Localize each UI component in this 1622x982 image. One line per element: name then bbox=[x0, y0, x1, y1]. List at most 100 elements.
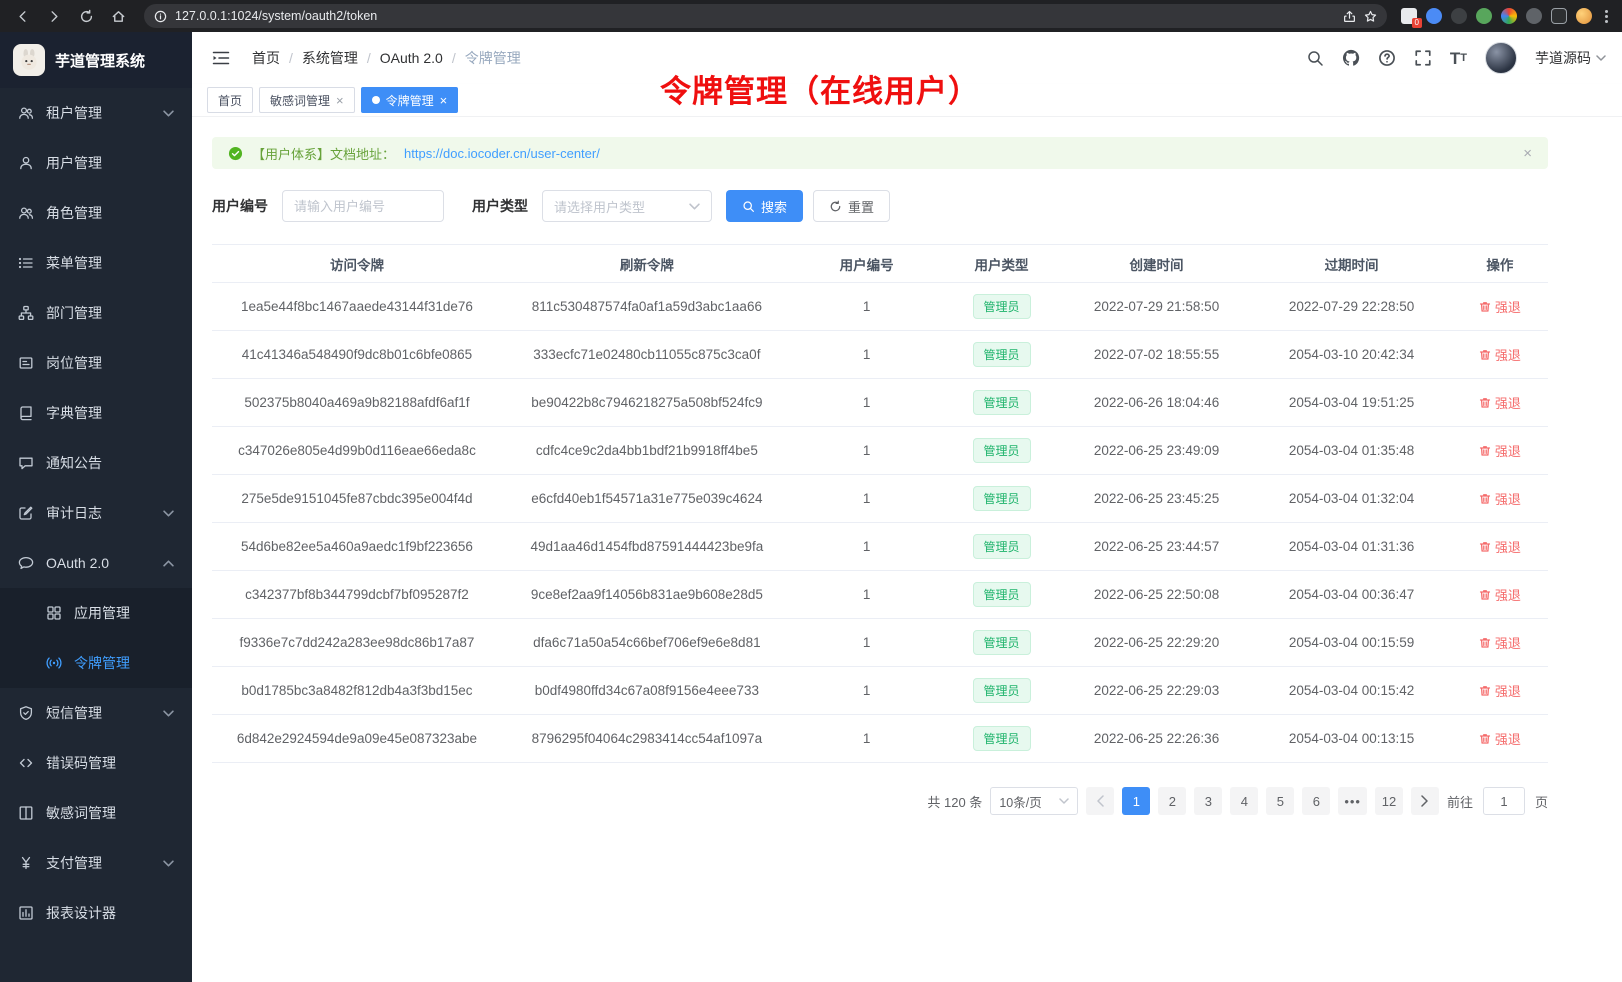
search-button[interactable]: 搜索 bbox=[726, 190, 803, 222]
page-button-6[interactable]: 6 bbox=[1302, 787, 1330, 815]
chevron-down-icon bbox=[163, 510, 174, 517]
back-icon[interactable] bbox=[10, 4, 34, 28]
font-size-icon[interactable]: TT bbox=[1450, 50, 1467, 67]
share-icon[interactable] bbox=[1343, 10, 1356, 23]
force-logout-button[interactable]: 强退 bbox=[1479, 489, 1521, 508]
doc-link[interactable]: https://doc.iocoder.cn/user-center/ bbox=[404, 146, 600, 161]
sidebar-item-label: 角色管理 bbox=[46, 203, 102, 223]
force-logout-button[interactable]: 强退 bbox=[1479, 585, 1521, 604]
tab-token-active[interactable]: 令牌管理 × bbox=[361, 87, 459, 113]
sidebar-item-payment[interactable]: 支付管理 bbox=[0, 838, 192, 888]
app-logo-row[interactable]: 芋道管理系统 bbox=[0, 32, 192, 88]
user-id-input[interactable] bbox=[282, 190, 444, 222]
col-user-id: 用户编号 bbox=[792, 245, 942, 283]
extension-icon[interactable] bbox=[1526, 8, 1542, 24]
page-button-3[interactable]: 3 bbox=[1194, 787, 1222, 815]
force-logout-button[interactable]: 强退 bbox=[1479, 297, 1521, 316]
browser-menu-icon[interactable] bbox=[1601, 10, 1612, 23]
page-button-2[interactable]: 2 bbox=[1158, 787, 1186, 815]
reload-icon[interactable] bbox=[74, 4, 98, 28]
sidebar-item-tenant[interactable]: 租户管理 bbox=[0, 88, 192, 138]
tab-sensitive-word[interactable]: 敏感词管理 × bbox=[259, 87, 355, 113]
extension-icon[interactable] bbox=[1501, 8, 1517, 24]
github-icon[interactable] bbox=[1342, 49, 1360, 67]
site-info-icon[interactable] bbox=[154, 10, 167, 23]
force-logout-button[interactable]: 强退 bbox=[1479, 729, 1521, 748]
page-button-5[interactable]: 5 bbox=[1266, 787, 1294, 815]
extension-icon[interactable]: 0 bbox=[1401, 8, 1417, 24]
sidebar-item-menu[interactable]: 菜单管理 bbox=[0, 238, 192, 288]
url-bar[interactable]: 127.0.0.1:1024/system/oauth2/token bbox=[144, 4, 1387, 28]
sidebar-item-user[interactable]: 用户管理 bbox=[0, 138, 192, 188]
force-logout-button[interactable]: 强退 bbox=[1479, 441, 1521, 460]
bookmark-star-icon[interactable] bbox=[1364, 10, 1377, 23]
sidebar-item-errorcode[interactable]: 错误码管理 bbox=[0, 738, 192, 788]
success-check-icon bbox=[228, 146, 243, 161]
home-icon[interactable] bbox=[106, 4, 130, 28]
sidebar-item-dict[interactable]: 字典管理 bbox=[0, 388, 192, 438]
expired-time: 2054-03-04 00:15:42 bbox=[1251, 667, 1451, 715]
sidebar: 芋道管理系统 租户管理 用户管理 角色管理 菜单管理 部门管理 bbox=[0, 32, 192, 982]
sidebar-item-label: 错误码管理 bbox=[46, 753, 116, 773]
extension-icon[interactable] bbox=[1551, 8, 1567, 24]
sidebar-item-oauth[interactable]: OAuth 2.0 bbox=[0, 538, 192, 588]
sidebar-item-sms[interactable]: 短信管理 bbox=[0, 688, 192, 738]
force-logout-button[interactable]: 强退 bbox=[1479, 681, 1521, 700]
browser-profile-avatar[interactable] bbox=[1576, 8, 1592, 24]
table-row: c342377bf8b344799dcbf7bf095287f2 9ce8ef2… bbox=[212, 571, 1548, 619]
post-icon bbox=[18, 355, 34, 371]
reset-button[interactable]: 重置 bbox=[813, 190, 890, 222]
force-logout-button[interactable]: 强退 bbox=[1479, 345, 1521, 364]
report-designer-icon bbox=[18, 905, 34, 921]
tab-close-icon[interactable]: × bbox=[336, 94, 344, 107]
avatar[interactable] bbox=[1485, 42, 1517, 74]
user-id-label: 用户编号 bbox=[212, 196, 268, 216]
forward-icon[interactable] bbox=[42, 4, 66, 28]
collapse-sidebar-icon[interactable] bbox=[208, 46, 234, 70]
breadcrumb-item[interactable]: 首页 bbox=[252, 48, 280, 68]
page-button-12[interactable]: 12 bbox=[1375, 787, 1403, 815]
user-type-select[interactable]: 请选择用户类型 bbox=[542, 190, 712, 222]
sidebar-item-oauth-app[interactable]: 应用管理 bbox=[0, 588, 192, 638]
tab-home[interactable]: 首页 bbox=[207, 87, 253, 113]
breadcrumb-item[interactable]: OAuth 2.0 bbox=[380, 50, 443, 66]
sidebar-item-oauth-token[interactable]: 令牌管理 bbox=[0, 638, 192, 688]
prev-page-button[interactable] bbox=[1086, 787, 1114, 815]
next-page-button[interactable] bbox=[1411, 787, 1439, 815]
user-type-badge: 管理员 bbox=[973, 582, 1031, 607]
page-button-1[interactable]: 1 bbox=[1122, 787, 1150, 815]
extension-icon[interactable] bbox=[1476, 8, 1492, 24]
page-size-select[interactable]: 10条/页 bbox=[990, 787, 1078, 815]
sidebar-item-notice[interactable]: 通知公告 bbox=[0, 438, 192, 488]
expired-time: 2054-03-04 00:36:47 bbox=[1251, 571, 1451, 619]
user-menu[interactable]: 芋道源码 bbox=[1535, 48, 1606, 68]
goto-page-input[interactable] bbox=[1483, 787, 1525, 815]
expired-time: 2054-03-04 00:15:59 bbox=[1251, 619, 1451, 667]
help-icon[interactable] bbox=[1378, 49, 1396, 67]
goto-unit-label: 页 bbox=[1535, 792, 1548, 811]
annotation-text: 令牌管理（在线用户） bbox=[660, 66, 980, 111]
fullscreen-icon[interactable] bbox=[1414, 49, 1432, 67]
search-icon[interactable] bbox=[1306, 49, 1324, 67]
force-logout-button[interactable]: 强退 bbox=[1479, 633, 1521, 652]
sidebar-item-post[interactable]: 岗位管理 bbox=[0, 338, 192, 388]
sidebar-item-audit[interactable]: 审计日志 bbox=[0, 488, 192, 538]
page-button-4[interactable]: 4 bbox=[1230, 787, 1258, 815]
sidebar-item-role[interactable]: 角色管理 bbox=[0, 188, 192, 238]
extension-icon[interactable] bbox=[1426, 8, 1442, 24]
close-icon[interactable]: × bbox=[1523, 145, 1532, 162]
tab-close-icon[interactable]: × bbox=[440, 94, 448, 107]
sidebar-item-dept[interactable]: 部门管理 bbox=[0, 288, 192, 338]
token-broadcast-icon bbox=[46, 655, 62, 671]
sidebar-item-sensitive[interactable]: 敏感词管理 bbox=[0, 788, 192, 838]
breadcrumb-item[interactable]: 系统管理 bbox=[302, 48, 358, 68]
force-logout-button[interactable]: 强退 bbox=[1479, 537, 1521, 556]
page-ellipsis[interactable]: ••• bbox=[1338, 787, 1367, 815]
chevron-down-icon bbox=[163, 110, 174, 117]
payment-yen-icon bbox=[18, 855, 34, 871]
chevron-up-icon bbox=[163, 560, 174, 567]
sidebar-item-report[interactable]: 报表设计器 bbox=[0, 888, 192, 938]
extension-icon[interactable] bbox=[1451, 8, 1467, 24]
force-logout-button[interactable]: 强退 bbox=[1479, 393, 1521, 412]
tab-label: 首页 bbox=[218, 92, 242, 109]
